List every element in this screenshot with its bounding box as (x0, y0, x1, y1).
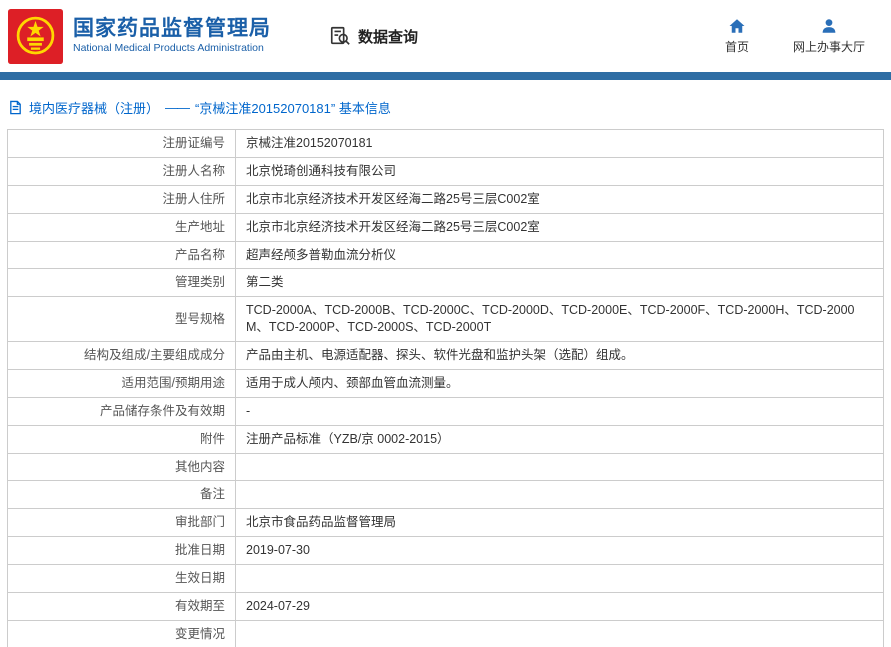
page: 国家药品监督管理局 National Medical Products Admi… (0, 0, 891, 647)
nav-service-hall-label: 网上办事大厅 (792, 40, 865, 54)
row-value: 2019-07-30 (235, 536, 884, 565)
home-icon (729, 19, 745, 33)
table-row: 适用范围/预期用途 适用于成人颅内、颈部血管血流测量。 (7, 368, 884, 398)
row-label: 管理类别 (7, 268, 236, 298)
nav-data-query[interactable]: 数据查询 (329, 25, 418, 47)
row-value: 第二类 (235, 268, 884, 298)
table-row: 管理类别 第二类 (7, 268, 884, 298)
site-header: 国家药品监督管理局 National Medical Products Admi… (0, 0, 891, 72)
row-value: - (235, 396, 884, 426)
row-value: 北京市北京经济技术开发区经海二路25号三层C002室 (235, 184, 884, 214)
row-label: 生效日期 (7, 564, 236, 593)
row-value: 超声经颅多普勒血流分析仪 (235, 240, 884, 270)
org-name-en: National Medical Products Administration (73, 42, 264, 55)
table-row: 变更情况 (7, 619, 884, 647)
person-icon (822, 19, 836, 33)
table-row: 批准日期 2019-07-30 (7, 536, 884, 565)
row-value (235, 452, 884, 482)
row-label: 变更情况 (7, 619, 236, 647)
row-label: 有效期至 (7, 591, 236, 621)
row-value: 2024-07-29 (235, 591, 884, 621)
table-row: 附件 注册产品标准（YZB/京 0002-2015） (7, 424, 884, 454)
row-value (235, 564, 884, 593)
national-emblem-icon (8, 8, 63, 64)
nav-service-hall[interactable]: 网上办事大厅 (793, 17, 865, 55)
row-label: 其他内容 (7, 452, 236, 482)
data-query-icon (329, 25, 351, 47)
data-query-label: 数据查询 (358, 28, 419, 46)
row-label: 批准日期 (7, 536, 236, 565)
breadcrumb: 境内医疗器械（注册） —— “京械注准20152070181” 基本信息 (0, 80, 891, 129)
table-row: 生产地址 北京市北京经济技术开发区经海二路25号三层C002室 (7, 212, 884, 242)
registration-info-table: 注册证编号 京械注准20152070181 注册人名称 北京悦琦创通科技有限公司 注册人… (7, 129, 884, 647)
header-divider-bar (0, 72, 891, 80)
row-label: 附件 (7, 424, 236, 454)
table-row: 生效日期 (7, 564, 884, 593)
row-label: 结构及组成/主要组成成分 (7, 341, 236, 370)
row-label: 适用范围/预期用途 (7, 368, 236, 398)
row-value: 产品由主机、电源适配器、探头、软件光盘和监护头架（选配）组成。 (235, 341, 884, 370)
row-value (235, 619, 884, 647)
row-value: TCD-2000A、TCD-2000B、TCD-2000C、TCD-2000D、… (235, 296, 884, 342)
document-icon (8, 100, 23, 115)
table-row: 型号规格 TCD-2000A、TCD-2000B、TCD-2000C、TCD-20… (7, 296, 884, 342)
table-row: 其他内容 (7, 452, 884, 482)
row-label: 型号规格 (7, 296, 236, 342)
org-name-cn: 国家药品监督管理局 (73, 17, 271, 41)
brand-text: 国家药品监督管理局 National Medical Products Admi… (73, 17, 271, 55)
table-row: 产品储存条件及有效期 - (7, 396, 884, 426)
nav-home[interactable]: 首页 (717, 17, 757, 55)
row-label: 备注 (7, 480, 236, 510)
row-label: 审批部门 (7, 508, 236, 538)
nav-home-label: 首页 (724, 40, 749, 54)
header-nav: 首页 网上办事大厅 (717, 17, 873, 55)
row-value: 北京市北京经济技术开发区经海二路25号三层C002室 (235, 212, 884, 242)
table-row: 产品名称 超声经颅多普勒血流分析仪 (7, 240, 884, 270)
row-value: 京械注准20152070181 (235, 129, 884, 158)
row-value (235, 480, 884, 510)
breadcrumb-category[interactable]: 境内医疗器械（注册） (29, 98, 159, 117)
row-label: 产品储存条件及有效期 (7, 396, 236, 426)
table-row: 有效期至 2024-07-29 (7, 591, 884, 621)
brand-logo-group[interactable]: 国家药品监督管理局 National Medical Products Admi… (8, 8, 271, 64)
table-row: 注册人名称 北京悦琦创通科技有限公司 (7, 156, 884, 186)
row-label: 产品名称 (7, 240, 236, 270)
table-row: 注册人住所 北京市北京经济技术开发区经海二路25号三层C002室 (7, 184, 884, 214)
table-row: 注册证编号 京械注准20152070181 (7, 129, 884, 158)
table-row: 审批部门 北京市食品药品监督管理局 (7, 508, 884, 538)
row-label: 注册证编号 (7, 129, 236, 158)
row-label: 生产地址 (7, 212, 236, 242)
row-label: 注册人名称 (7, 156, 236, 186)
table-row: 结构及组成/主要组成成分 产品由主机、电源适配器、探头、软件光盘和监护头架（选配）… (7, 341, 884, 370)
table-row: 备注 (7, 480, 884, 510)
breadcrumb-separator: —— (165, 100, 190, 115)
row-value: 北京市食品药品监督管理局 (235, 508, 884, 538)
row-label: 注册人住所 (7, 184, 236, 214)
breadcrumb-title: “京械注准20152070181” 基本信息 (195, 101, 391, 116)
row-value: 北京悦琦创通科技有限公司 (235, 156, 884, 186)
row-value: 适用于成人颅内、颈部血管血流测量。 (235, 368, 884, 398)
row-value: 注册产品标准（YZB/京 0002-2015） (235, 424, 884, 454)
